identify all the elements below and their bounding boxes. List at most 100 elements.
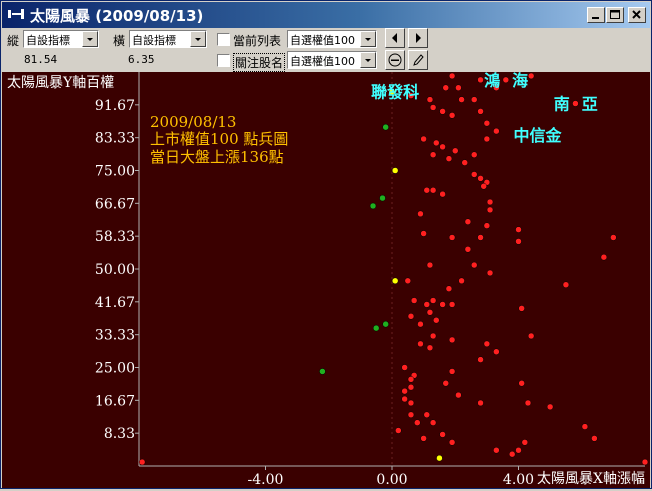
watch-stocks-checkbox[interactable] [217, 54, 230, 67]
red-point [477, 356, 484, 363]
red-point [493, 348, 500, 355]
annotation-market: 當日大盤上漲136點 [150, 148, 284, 166]
red-point [423, 301, 431, 308]
red-point [470, 171, 478, 178]
current-list-checkbox[interactable] [217, 33, 230, 46]
app-icon [8, 9, 24, 19]
next-button[interactable] [408, 28, 428, 48]
chevron-down-icon[interactable] [360, 52, 376, 68]
zoom-out-button[interactable] [385, 50, 405, 70]
yellow-point [391, 277, 399, 285]
horizontal-value: 6.35 [128, 53, 155, 66]
red-point [442, 380, 450, 387]
y-tick-label: 66.67 [95, 196, 135, 212]
red-point [420, 435, 427, 442]
title-bar[interactable]: 太陽風暴 (2009/08/13) [2, 2, 650, 28]
x-tick-label: -4.00 [248, 472, 284, 488]
red-point [483, 222, 491, 229]
red-point [445, 285, 453, 292]
red-point [486, 269, 494, 277]
red-point [420, 230, 427, 237]
red-point [477, 76, 484, 84]
horizontal-axis-label: 橫 [113, 34, 126, 48]
yellow-point [436, 454, 443, 462]
y-tick-label: 41.67 [95, 295, 135, 311]
red-point [480, 183, 487, 190]
maximize-button[interactable] [606, 7, 624, 23]
horizontal-indicator-select[interactable]: 自設指標 [129, 30, 207, 48]
minus-circle-icon [388, 53, 402, 67]
red-point [429, 297, 437, 304]
yellow-point [391, 167, 399, 174]
current-list-select[interactable]: 自選權值100 [287, 30, 377, 48]
draw-button[interactable] [408, 50, 428, 70]
red-point [420, 135, 427, 143]
red-point [486, 206, 494, 214]
red-point [493, 446, 500, 454]
y-tick-label: 83.33 [95, 131, 135, 147]
red-point [448, 112, 456, 119]
stock-label: 南亞 [554, 95, 610, 114]
x-tick-labels: -4.00 0.00 4.00 [248, 472, 535, 488]
red-point [439, 108, 446, 115]
watch-stocks-select-value: 自選權值100 [290, 55, 355, 68]
y-tick-label: 50.00 [95, 262, 135, 278]
chart-canvas: 91.67 83.33 75.00 66.67 58.33 50.00 41.67 33.33… [7, 71, 649, 488]
vertical-axis-label: 縱 [7, 34, 20, 48]
red-point [477, 399, 484, 407]
y-tick-label: 75.00 [95, 164, 135, 180]
red-point [407, 376, 415, 383]
red-point [407, 313, 415, 320]
red-point [458, 96, 465, 103]
close-button[interactable] [628, 7, 646, 23]
red-point [407, 399, 415, 407]
red-point [395, 427, 402, 434]
red-point [600, 253, 608, 261]
green-point [379, 194, 386, 202]
red-point [445, 155, 453, 162]
app-window: 太陽風暴 (2009/08/13) 縱 自設指標 81.54 橫 自設指標 6.… [0, 0, 652, 489]
green-point [319, 368, 326, 375]
vertical-select-value: 自設指標 [26, 34, 70, 47]
red-point [461, 159, 468, 166]
red-point [458, 277, 465, 285]
red-point [477, 108, 484, 115]
chevron-down-icon[interactable] [190, 31, 206, 47]
red-point [483, 340, 491, 348]
red-point [455, 391, 462, 399]
red-point [477, 175, 484, 182]
toolbar: 縱 自設指標 81.54 橫 自設指標 6.35 當前列表 自選權值100 關注… [2, 28, 650, 72]
stock-label: 中信金 [513, 126, 562, 145]
red-point [524, 399, 532, 407]
minimize-icon [592, 17, 599, 19]
minimize-button[interactable] [587, 7, 605, 23]
red-point [426, 261, 434, 269]
chevron-down-icon[interactable] [360, 31, 376, 47]
current-list-label: 當前列表 [233, 34, 282, 48]
red-point [477, 234, 484, 241]
red-point [401, 387, 408, 395]
scatter-chart[interactable]: 91.67 83.33 75.00 66.67 58.33 50.00 41.67 33.33… [2, 71, 650, 488]
red-point [610, 234, 617, 241]
vertical-value: 81.54 [24, 53, 58, 66]
current-list-select-value: 自選權值100 [290, 34, 355, 47]
chevron-down-icon[interactable] [82, 31, 98, 47]
red-point [448, 301, 456, 308]
vertical-indicator-select[interactable]: 自設指標 [23, 30, 99, 48]
red-point [439, 431, 446, 438]
watch-stocks-select[interactable]: 自選權值100 [287, 51, 377, 69]
red-point [448, 234, 456, 241]
stock-label: 聯發科 [371, 83, 419, 102]
red-point [641, 458, 649, 466]
red-point [448, 336, 456, 344]
red-point [429, 332, 437, 340]
red-point [493, 127, 500, 135]
red-point [426, 96, 434, 103]
prev-button[interactable] [385, 28, 405, 48]
red-point [423, 186, 431, 194]
red-point [448, 439, 456, 446]
red-point [562, 281, 570, 289]
red-point [417, 320, 424, 328]
y-tick-label: 8.33 [104, 426, 135, 442]
red-point [433, 139, 440, 147]
